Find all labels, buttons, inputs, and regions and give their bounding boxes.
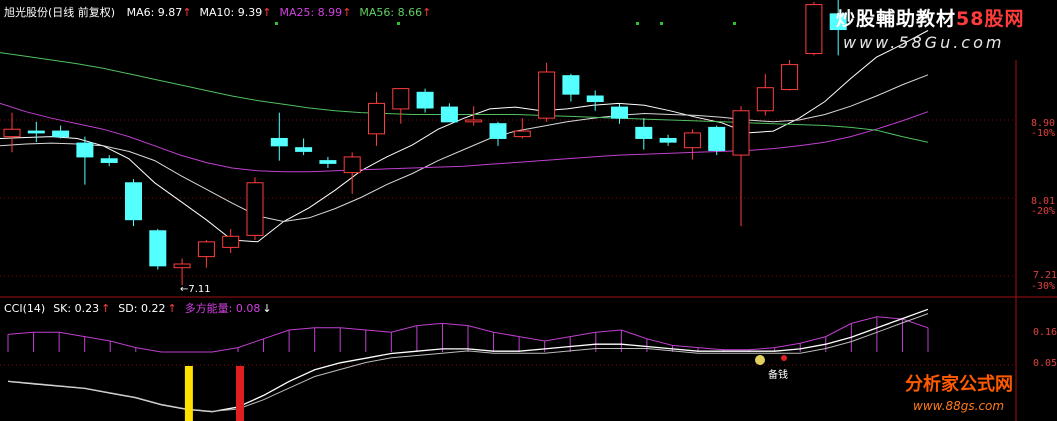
candle-body-31 [756,87,774,112]
sub-indicator-3: 多方能量: 0.08 [184,302,261,315]
stock-title: 旭光股份(日线 前复权) [4,6,116,19]
indicator-ma10: MA10: 9.39 [199,6,263,19]
indicator-ma6: MA6: 9.87 [126,6,183,19]
y-tick-pct-0: -10% [1031,128,1056,139]
signal-bar-0 [184,366,193,421]
watermark-site-a: 炒股輔助教材58股网 [836,8,1025,30]
y-tick-pct-2: -30% [1031,281,1056,292]
watermark-site-b: 分析家公式网 [905,374,1013,395]
candle-body-14 [343,156,361,174]
top-marker-2 [636,22,639,25]
chart-stage: { "chart_data": [ { "type": "candlestick… [0,0,1057,421]
candle-body-9 [222,235,240,248]
indicator-panel-header: CCI(14) SK: 0.23 ↑ SD: 0.22 ↑ 多方能量: 0.08 ↓ [4,300,280,316]
candle-body-29 [708,126,726,151]
top-marker-0 [275,22,278,25]
sub-y-tick-0: 0.16 [1033,327,1057,338]
top-marker-1 [397,22,400,25]
candle-body-12 [295,147,313,152]
candle-body-21 [513,130,531,138]
candle-body-30 [732,110,750,156]
signal-bar-1 [236,366,244,421]
y-tick-pct-1: -20% [1031,206,1056,217]
up-arrow-icon: ↑ [422,6,432,19]
indicator-ma56: MA56: 8.66 [359,6,423,19]
low-price-annotation: ←7.11 [180,284,211,295]
candle-body-13 [319,160,337,164]
sub-indicator-0: CCI(14) [4,302,46,315]
up-arrow-icon: ↑ [262,6,272,19]
watermark-site-b-url: www.88gs.com [913,399,1005,413]
top-marker-3 [660,22,663,25]
candle-body-27 [659,137,677,143]
candle-body-20 [489,123,507,139]
candle-body-4 [100,158,118,163]
watermark-site-a-url: www.58Gu.com [843,33,1005,52]
sub-indicator-1: SK: 0.23 [53,302,100,315]
candle-body-6 [149,230,167,267]
candle-body-24 [586,95,604,103]
price-panel [0,0,929,286]
candle-body-17 [416,91,434,109]
candle-body-15 [368,102,385,135]
candle-body-22 [538,71,556,119]
money-bag-icon [755,355,765,365]
candle-body-32 [781,64,799,91]
up-arrow-icon: ↑ [182,6,192,19]
candle-body-1 [27,130,45,134]
down-arrow-icon: ↓ [262,302,272,315]
up-arrow-icon: ↑ [167,302,177,315]
candle-body-8 [197,241,215,258]
candle-body-2 [52,130,70,138]
top-marker-4 [733,22,736,25]
note-label: 备钱 [768,370,788,381]
kline-chart-svg [0,0,1057,421]
price-panel-header: 旭光股份(日线 前复权) MA6: 9.87↑ MA10: 9.39↑ MA25: … [4,4,431,20]
up-arrow-icon: ↑ [342,6,352,19]
candle-body-7 [173,263,191,269]
sk-line [7,308,929,413]
indicator-ma25: MA25: 8.99 [279,6,343,19]
y-tick-price-2: 7.21 [1033,270,1057,281]
candle-body-19 [465,119,483,123]
candle-body-16 [392,88,410,110]
candle-body-11 [270,137,288,147]
candle-body-0 [3,128,21,138]
candle-body-5 [125,182,142,221]
candle-body-33 [805,4,823,55]
signal-dot-icon [781,355,787,361]
sub-indicator-2: SD: 0.22 [118,302,166,315]
candle-body-23 [562,75,580,95]
candle-body-26 [635,126,653,139]
up-arrow-icon: ↑ [101,302,111,315]
candle-body-25 [611,106,628,119]
candle-body-28 [683,132,701,149]
sub-y-tick-1: 0.05 [1033,358,1057,369]
candle-body-3 [76,142,94,158]
ma-line-ma25 [0,102,929,173]
candle-body-10 [246,182,264,236]
candle-body-18 [440,106,458,123]
